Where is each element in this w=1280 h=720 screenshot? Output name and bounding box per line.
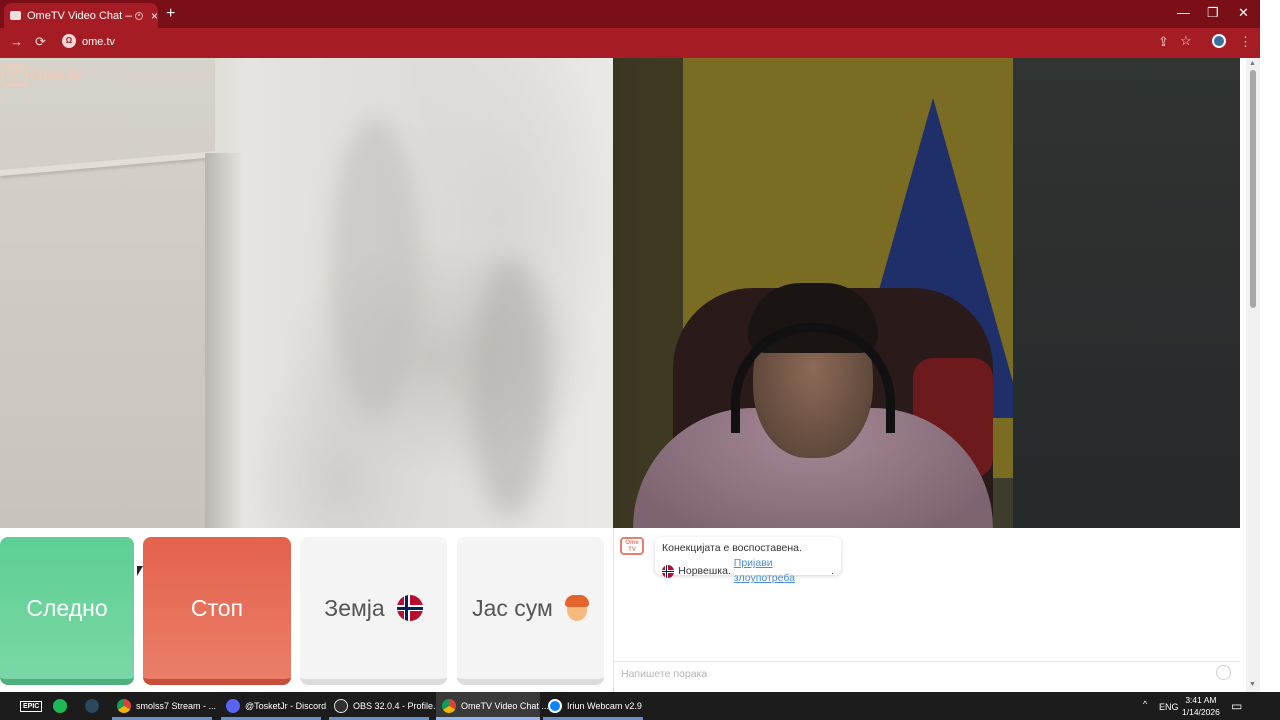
- stranger-video: [0, 58, 613, 528]
- gender-select-button[interactable]: Јас сум: [457, 537, 604, 685]
- discord-icon: [226, 699, 240, 713]
- youtube-favicon-icon: [10, 11, 21, 20]
- curtain-fold: [330, 118, 420, 418]
- language-indicator[interactable]: ENG: [1159, 702, 1179, 712]
- tab-close-button[interactable]: ×: [151, 9, 158, 23]
- mouse-cursor-icon: [137, 566, 143, 576]
- taskbar-chrome-ometv[interactable]: OmeTV Video Chat ...: [436, 692, 549, 720]
- country-filter-button[interactable]: Земја: [300, 537, 447, 685]
- forward-arrow-icon[interactable]: →: [10, 34, 23, 49]
- next-button-label: Следно: [26, 594, 108, 621]
- reload-icon[interactable]: ⟳: [35, 34, 46, 50]
- ometv-logo[interactable]: Ome TV Ome.tv: [1, 64, 82, 86]
- install-app-icon[interactable]: ⇪: [1158, 34, 1169, 50]
- notification-icon[interactable]: ▭: [1231, 699, 1242, 713]
- clock-time: 3:41 AM: [1185, 695, 1217, 705]
- taskbar-discord[interactable]: @TosketJr - Discord: [226, 692, 326, 720]
- browser-tab-ometv[interactable]: OmeTV Video Chat — Ome ×: [4, 3, 158, 28]
- iriun-webcam-icon: [548, 699, 562, 713]
- dark-wall-panel: [1013, 58, 1240, 528]
- ometv-logo-text: Ome.tv: [31, 66, 82, 84]
- scroll-thumb[interactable]: [1250, 70, 1256, 308]
- browser-tab-bar: [0, 0, 1280, 28]
- ometv-chat-logo-icon: Ome TV: [620, 537, 644, 555]
- taskbar-app-label: Iriun Webcam v2.9: [567, 701, 642, 711]
- taskbar-epic-games[interactable]: EPIC: [20, 692, 43, 720]
- self-camera-video: [613, 58, 1240, 528]
- taskbar-steam[interactable]: [85, 692, 104, 720]
- taskbar-clock[interactable]: 3:41 AM 1/14/2026: [1182, 694, 1220, 718]
- next-button[interactable]: Следно: [0, 537, 134, 685]
- curtain-fold: [470, 258, 550, 518]
- restore-button[interactable]: ❐: [1207, 5, 1219, 21]
- curtain-edge: [205, 153, 245, 528]
- ometv-tv-icon: Ome TV: [1, 64, 27, 86]
- country-button-label: Земја: [324, 594, 385, 621]
- report-abuse-link[interactable]: Пријави злоупотреба: [734, 556, 831, 586]
- clock-date: 1/14/2026: [1182, 707, 1220, 717]
- site-info-icon[interactable]: Ω: [62, 34, 76, 48]
- browser-menu-icon[interactable]: ⋮: [1239, 34, 1252, 50]
- new-tab-button[interactable]: +: [166, 5, 175, 23]
- address-bar-url[interactable]: ome.tv: [82, 36, 115, 48]
- chrome-icon: [442, 699, 456, 713]
- taskbar-iriun-webcam[interactable]: Iriun Webcam v2.9: [548, 692, 642, 720]
- taskbar-app-label: smolss7 Stream - ...: [136, 701, 217, 711]
- connection-status-text: Конекцијата е воспоставена.: [662, 542, 802, 554]
- minimize-button[interactable]: —: [1177, 5, 1190, 20]
- report-period: .: [831, 564, 834, 577]
- obs-icon: [334, 699, 348, 713]
- norway-flag-icon: [662, 564, 675, 578]
- emoji-picker-icon[interactable]: [1216, 665, 1231, 680]
- profile-avatar-icon[interactable]: [1212, 34, 1226, 48]
- epic-games-icon: EPIC: [20, 700, 43, 712]
- boy-emoji-icon: [564, 595, 589, 621]
- iam-button-label: Јас сум: [472, 594, 553, 621]
- taskbar-app-label: OmeTV Video Chat ...: [461, 701, 549, 711]
- tab-title: OmeTV Video Chat — Ome: [27, 9, 132, 22]
- stranger-country-text: Норвешка.: [678, 564, 731, 577]
- norway-flag-icon: [396, 595, 423, 621]
- page-edge: [1260, 0, 1280, 692]
- stop-button[interactable]: Стоп: [143, 537, 291, 685]
- scroll-up-icon[interactable]: ▲: [1249, 60, 1256, 67]
- spotify-icon: [53, 699, 67, 713]
- taskbar-obs[interactable]: OBS 32.0.4 - Profile...: [334, 692, 441, 720]
- tray-overflow-icon[interactable]: ^: [1143, 699, 1147, 709]
- page-scrollbar[interactable]: ▲ ▼: [1246, 58, 1260, 692]
- taskbar-chrome-stream[interactable]: smolss7 Stream - ...: [117, 692, 216, 720]
- wall-background: [0, 58, 215, 528]
- stop-button-label: Стоп: [190, 594, 244, 621]
- taskbar-app-label: OBS 32.0.4 - Profile...: [353, 701, 441, 711]
- recording-icon: [135, 11, 143, 20]
- browser-toolbar: [0, 28, 1260, 58]
- chat-input-placeholder: Напишете порака: [621, 668, 708, 680]
- steam-icon: [85, 699, 99, 713]
- window-close-button[interactable]: ✕: [1238, 5, 1249, 21]
- taskbar-app-label: @TosketJr - Discord: [245, 701, 327, 711]
- system-message-bubble: Конекцијата е воспоставена. Норвешка. Пр…: [655, 537, 841, 584]
- chrome-icon: [117, 699, 131, 713]
- bookmark-star-icon[interactable]: ☆: [1180, 33, 1192, 49]
- chat-message-input[interactable]: Напишете порака: [614, 661, 1240, 687]
- scroll-down-icon[interactable]: ▼: [1249, 681, 1256, 688]
- taskbar-spotify[interactable]: [53, 692, 72, 720]
